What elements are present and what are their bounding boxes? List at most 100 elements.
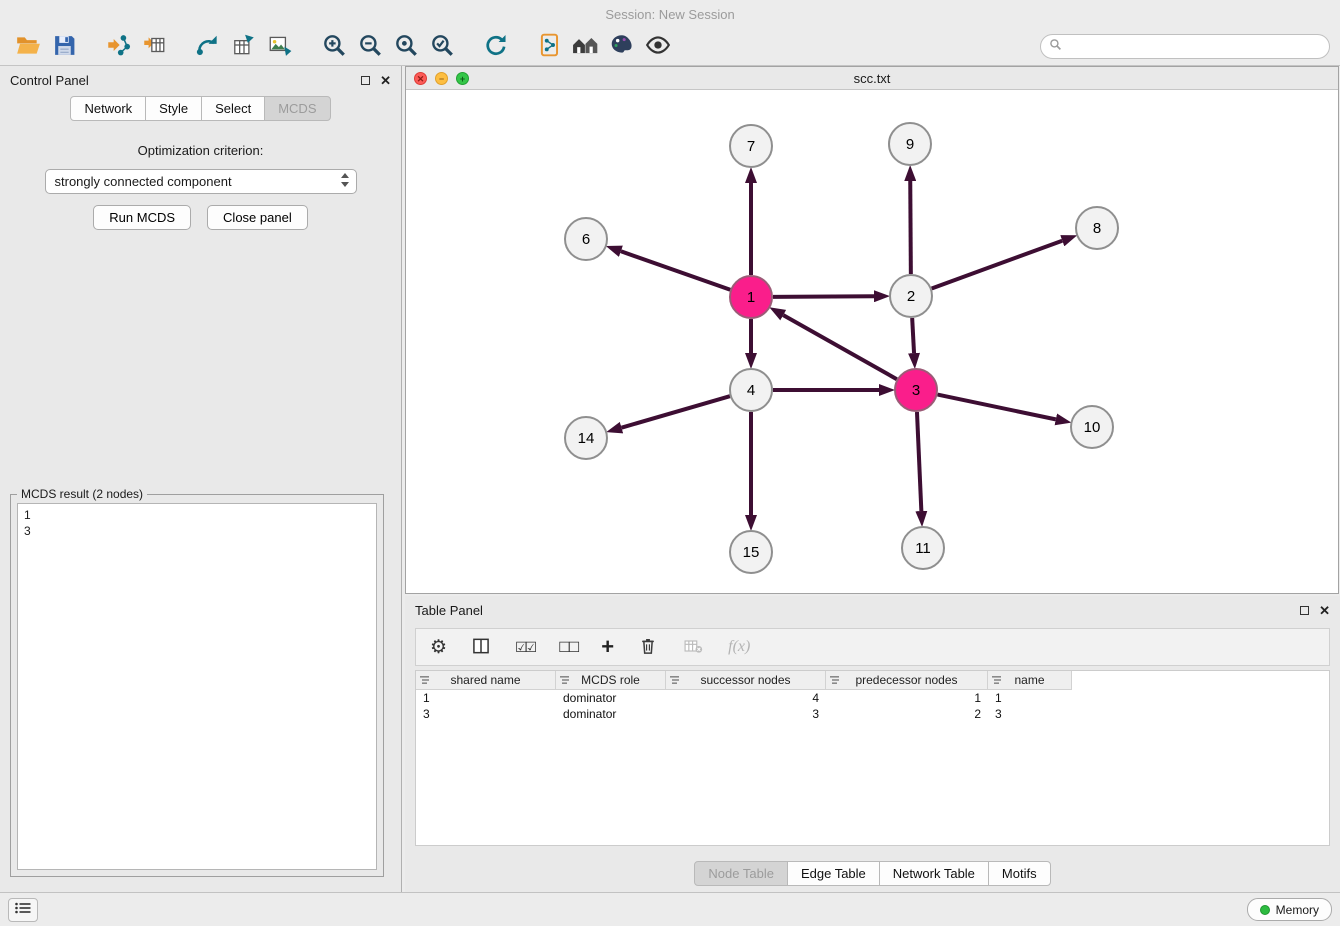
float-table-panel-icon[interactable] [1300, 606, 1309, 615]
node-label: 9 [906, 136, 914, 153]
zoom-in-button[interactable] [316, 31, 352, 63]
column-header-predecessor-nodes[interactable]: predecessor nodes [826, 671, 988, 690]
memory-button[interactable]: Memory [1247, 898, 1332, 921]
tab-mcds[interactable]: MCDS [264, 96, 330, 121]
node-15[interactable]: 15 [730, 531, 772, 573]
export-image-button[interactable] [262, 31, 298, 63]
checked-boxes-icon: ☑☑ [515, 639, 534, 656]
close-panel-icon[interactable]: ✕ [380, 74, 391, 87]
table-cell[interactable]: 3 [416, 707, 556, 721]
import-table-button[interactable] [136, 31, 172, 63]
result-line: 1 [24, 507, 370, 523]
table-toolbar: ⚙ ☑☑ ☐☐ + f(x) [415, 628, 1330, 666]
delete-column-button[interactable] [638, 632, 658, 662]
edge-2-8[interactable] [932, 241, 1063, 289]
table-delete-icon [682, 636, 704, 659]
table-cell[interactable]: 1 [416, 691, 556, 705]
eye-icon [644, 32, 672, 61]
node-6[interactable]: 6 [565, 218, 607, 260]
table-cell[interactable]: dominator [556, 707, 666, 721]
refresh-icon [483, 32, 509, 61]
tab-select[interactable]: Select [201, 96, 265, 121]
node-10[interactable]: 10 [1071, 406, 1113, 448]
node-4[interactable]: 4 [730, 369, 772, 411]
function-builder-button[interactable]: f(x) [728, 632, 750, 662]
edge-3-1[interactable] [783, 315, 897, 379]
node-3[interactable]: 3 [895, 369, 937, 411]
node-2[interactable]: 2 [890, 275, 932, 317]
add-column-button[interactable]: + [601, 632, 614, 662]
edge-2-9[interactable] [910, 181, 911, 274]
zoom-in-icon [321, 32, 347, 61]
column-header-name[interactable]: name [988, 671, 1072, 690]
network-canvas[interactable]: 7 9 6 8 1 2 4 3 14 10 15 11 [406, 90, 1338, 593]
tab-network-table[interactable]: Network Table [879, 861, 989, 886]
network-analyzer-button[interactable] [568, 31, 604, 63]
tab-network[interactable]: Network [70, 96, 146, 121]
node-9[interactable]: 9 [889, 123, 931, 165]
network-window-title: scc.txt [406, 71, 1338, 86]
node-8[interactable]: 8 [1076, 207, 1118, 249]
node-11[interactable]: 11 [902, 527, 944, 569]
zoom-selected-button[interactable] [424, 31, 460, 63]
criterion-dropdown[interactable]: strongly connected component [45, 169, 357, 194]
close-table-panel-icon[interactable]: ✕ [1319, 604, 1330, 617]
node-label: 10 [1084, 419, 1101, 436]
select-all-button[interactable]: ☑☑ [515, 632, 534, 662]
table-cell[interactable]: 4 [666, 691, 826, 705]
edge-2-3[interactable] [912, 318, 914, 353]
table-cell[interactable]: 2 [826, 707, 988, 721]
table-row[interactable]: 3dominator323 [416, 706, 1329, 722]
open-session-button[interactable] [10, 31, 46, 63]
new-network-button[interactable] [190, 31, 226, 63]
node-14[interactable]: 14 [565, 417, 607, 459]
table-cell[interactable]: 3 [666, 707, 826, 721]
table-cell[interactable]: 3 [988, 707, 1072, 721]
mcds-result-text[interactable]: 1 3 [17, 503, 377, 870]
deselect-all-button[interactable]: ☐☐ [558, 632, 577, 662]
tab-node-table[interactable]: Node Table [694, 861, 788, 886]
apply-layout-button[interactable] [478, 31, 514, 63]
delete-table-button[interactable] [682, 632, 704, 662]
search-input[interactable] [1067, 38, 1321, 55]
node-label: 2 [907, 288, 915, 305]
run-mcds-button[interactable]: Run MCDS [93, 205, 191, 230]
edge-1-6[interactable] [621, 251, 730, 289]
table-cell[interactable]: dominator [556, 691, 666, 705]
column-header-shared-name[interactable]: shared name [416, 671, 556, 690]
task-history-button[interactable] [8, 898, 38, 922]
edge-3-11[interactable] [917, 412, 921, 511]
column-header-successor-nodes[interactable]: successor nodes [666, 671, 826, 690]
annotation-button[interactable] [532, 31, 568, 63]
node-table: shared name MCDS role successor nodes pr… [415, 670, 1330, 846]
edge-4-14[interactable] [622, 396, 730, 428]
main-toolbar [0, 28, 1340, 66]
table-row[interactable]: 1dominator411 [416, 690, 1329, 706]
new-table-button[interactable] [226, 31, 262, 63]
mcds-result-box: MCDS result (2 nodes) 1 3 [10, 494, 384, 877]
import-network-button[interactable] [100, 31, 136, 63]
close-panel-button[interactable]: Close panel [207, 205, 308, 230]
table-cell[interactable]: 1 [826, 691, 988, 705]
edge-1-2[interactable] [773, 296, 874, 297]
node-7[interactable]: 7 [730, 125, 772, 167]
show-columns-button[interactable] [471, 632, 491, 662]
tab-edge-table[interactable]: Edge Table [787, 861, 880, 886]
table-cell[interactable]: 1 [988, 691, 1072, 705]
optimization-criterion-label: Optimization criterion: [0, 143, 401, 158]
column-header-mcds-role[interactable]: MCDS role [556, 671, 666, 690]
edge-3-10[interactable] [938, 395, 1056, 420]
network-window-titlebar[interactable]: scc.txt ✕ − + [406, 67, 1338, 90]
tab-style[interactable]: Style [145, 96, 202, 121]
float-panel-icon[interactable] [361, 76, 370, 85]
style-preview-button[interactable] [604, 31, 640, 63]
save-session-button[interactable] [46, 31, 82, 63]
show-hide-button[interactable] [640, 31, 676, 63]
tab-motifs[interactable]: Motifs [988, 861, 1051, 886]
node-1[interactable]: 1 [730, 276, 772, 318]
node-label: 14 [578, 430, 595, 447]
memory-label: Memory [1276, 903, 1319, 917]
table-settings-button[interactable]: ⚙ [430, 632, 447, 662]
zoom-out-button[interactable] [352, 31, 388, 63]
zoom-fit-button[interactable] [388, 31, 424, 63]
